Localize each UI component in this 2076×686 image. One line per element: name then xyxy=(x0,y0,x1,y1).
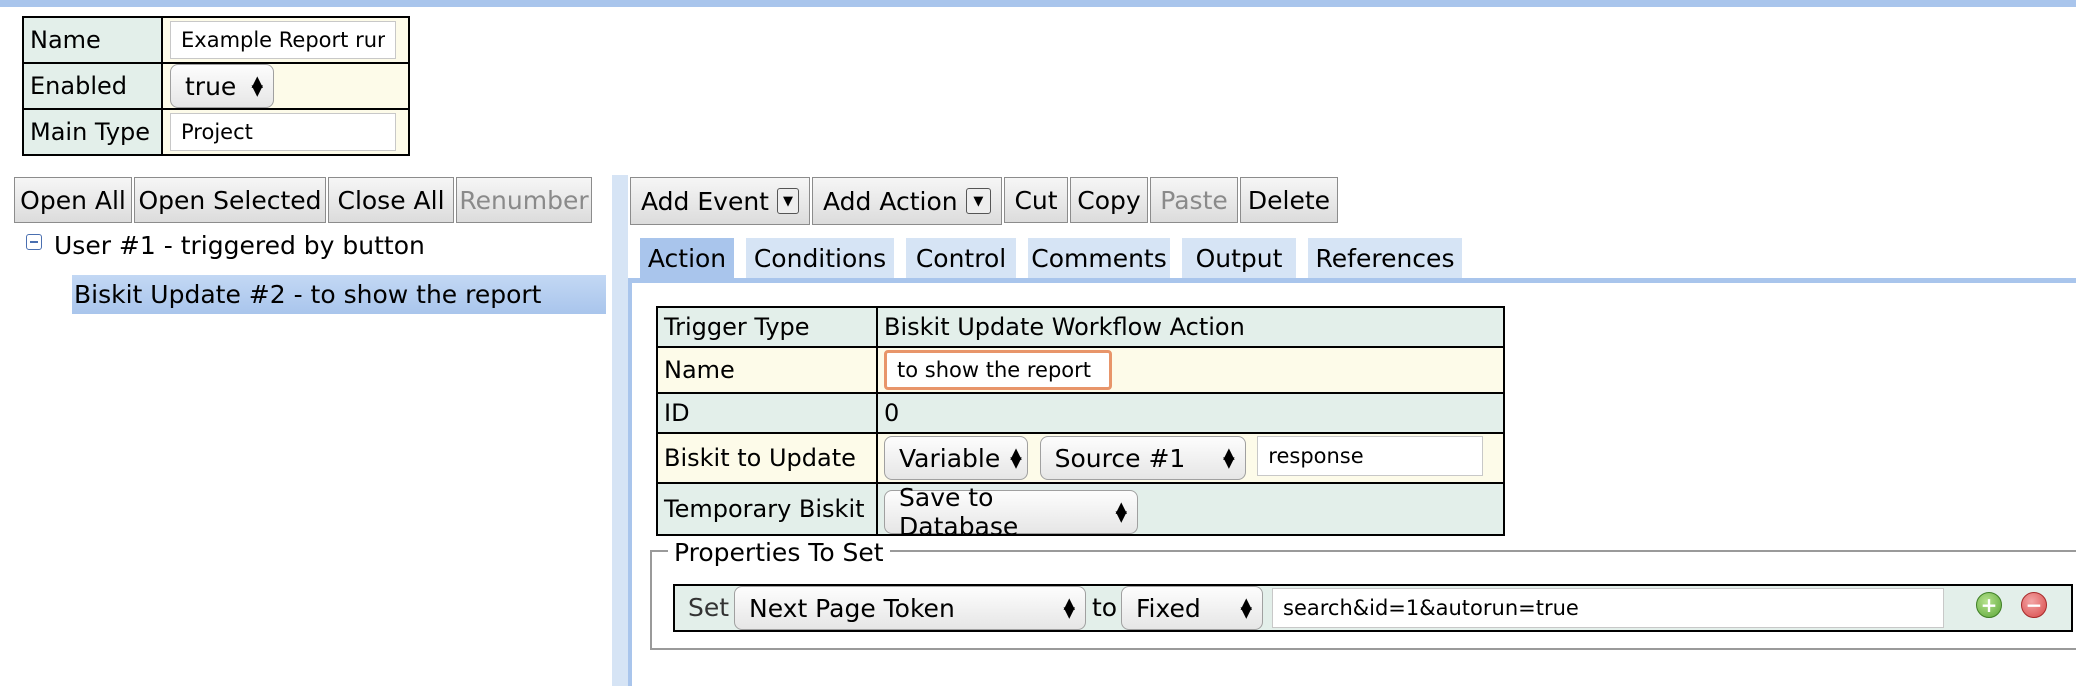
temporary-biskit-select[interactable]: Save to Database ▲ ▼ xyxy=(884,483,1138,541)
property-value-input[interactable] xyxy=(1272,588,1944,628)
tree-node-biskit-update[interactable]: Biskit Update #2 - to show the report xyxy=(72,275,606,314)
add-action-button[interactable]: Add Action ▼ xyxy=(812,177,1002,225)
name-label: Name xyxy=(22,16,163,64)
tab-output[interactable]: Output xyxy=(1182,238,1296,278)
tree-node-user-trigger[interactable]: User #1 - triggered by button xyxy=(54,231,425,260)
biskit-kind-select[interactable]: Variable ▲ ▼ xyxy=(884,436,1028,480)
select-arrows-icon: ▲ ▼ xyxy=(251,72,263,99)
tab-action[interactable]: Action xyxy=(640,238,734,278)
select-arrows-icon: ▲ ▼ xyxy=(1223,444,1235,471)
main-type-label: Main Type xyxy=(22,108,163,156)
cut-button[interactable]: Cut xyxy=(1004,177,1068,223)
project-properties-table: Name Enabled true ▲▼ Main Type xyxy=(22,16,410,156)
select-arrows-icon: ▲ ▼ xyxy=(1010,444,1022,471)
add-action-label: Add Action xyxy=(823,186,958,216)
temporary-biskit-label: Temporary Biskit xyxy=(656,482,878,536)
tab-control[interactable]: Control xyxy=(906,238,1016,278)
select-arrows-icon: ▲ ▼ xyxy=(1063,594,1075,621)
open-selected-button[interactable]: Open Selected xyxy=(134,177,326,223)
biskit-source-select[interactable]: Source #1 ▲ ▼ xyxy=(1039,436,1246,480)
top-bar xyxy=(0,0,2076,7)
add-event-button[interactable]: Add Event ▼ xyxy=(630,177,810,225)
enabled-label: Enabled xyxy=(22,62,163,110)
temporary-biskit-value: Save to Database xyxy=(899,483,1019,541)
add-event-label: Add Event xyxy=(641,186,769,216)
id-label: ID xyxy=(656,392,878,434)
select-arrows-icon: ▲ ▼ xyxy=(1115,498,1127,525)
add-property-icon[interactable]: + xyxy=(1976,592,2002,618)
select-arrows-icon: ▲ ▼ xyxy=(1240,594,1252,621)
close-all-button[interactable]: Close All xyxy=(328,177,454,223)
trigger-type-label: Trigger Type xyxy=(656,306,878,348)
value-mode-value: Fixed xyxy=(1136,593,1201,623)
dropdown-arrow-icon: ▼ xyxy=(776,188,799,214)
property-select-value: Next Page Token xyxy=(749,593,955,623)
renumber-button[interactable]: Renumber xyxy=(456,177,592,223)
action-properties-table: Trigger Type Biskit Update Workflow Acti… xyxy=(656,306,1505,541)
properties-legend: Properties To Set xyxy=(668,538,890,567)
open-all-button[interactable]: Open All xyxy=(14,177,132,223)
enabled-select-value: true xyxy=(185,71,237,101)
dropdown-arrow-icon: ▼ xyxy=(965,188,991,214)
pane-splitter[interactable] xyxy=(612,175,628,686)
copy-button[interactable]: Copy xyxy=(1070,177,1148,223)
tab-panel-border-left xyxy=(628,278,632,686)
tab-comments[interactable]: Comments xyxy=(1028,238,1170,278)
main-type-input[interactable] xyxy=(170,113,396,151)
to-label: to xyxy=(1092,593,1118,622)
action-name-label: Name xyxy=(656,346,878,394)
biskit-variable-input[interactable] xyxy=(1257,436,1484,476)
biskit-kind-value: Variable xyxy=(899,443,1001,473)
tab-panel-border xyxy=(628,278,2076,283)
tab-references[interactable]: References xyxy=(1308,238,1462,278)
tab-conditions[interactable]: Conditions xyxy=(746,238,894,278)
project-name-input[interactable] xyxy=(170,21,396,59)
value-mode-select[interactable]: Fixed ▲ ▼ xyxy=(1121,586,1263,630)
delete-button[interactable]: Delete xyxy=(1240,177,1338,223)
biskit-to-update-label: Biskit to Update xyxy=(656,432,878,484)
property-select[interactable]: Next Page Token ▲ ▼ xyxy=(734,586,1086,630)
enabled-select[interactable]: true ▲ ▼ xyxy=(170,64,274,108)
action-name-input[interactable] xyxy=(884,350,1112,390)
trigger-type-value: Biskit Update Workflow Action xyxy=(876,306,1505,348)
collapse-icon[interactable] xyxy=(26,234,42,250)
set-label: Set xyxy=(688,593,730,622)
remove-property-icon[interactable]: − xyxy=(2021,592,2047,618)
paste-button[interactable]: Paste xyxy=(1150,177,1238,223)
biskit-source-value: Source #1 xyxy=(1054,443,1186,473)
id-value: 0 xyxy=(876,392,1505,434)
